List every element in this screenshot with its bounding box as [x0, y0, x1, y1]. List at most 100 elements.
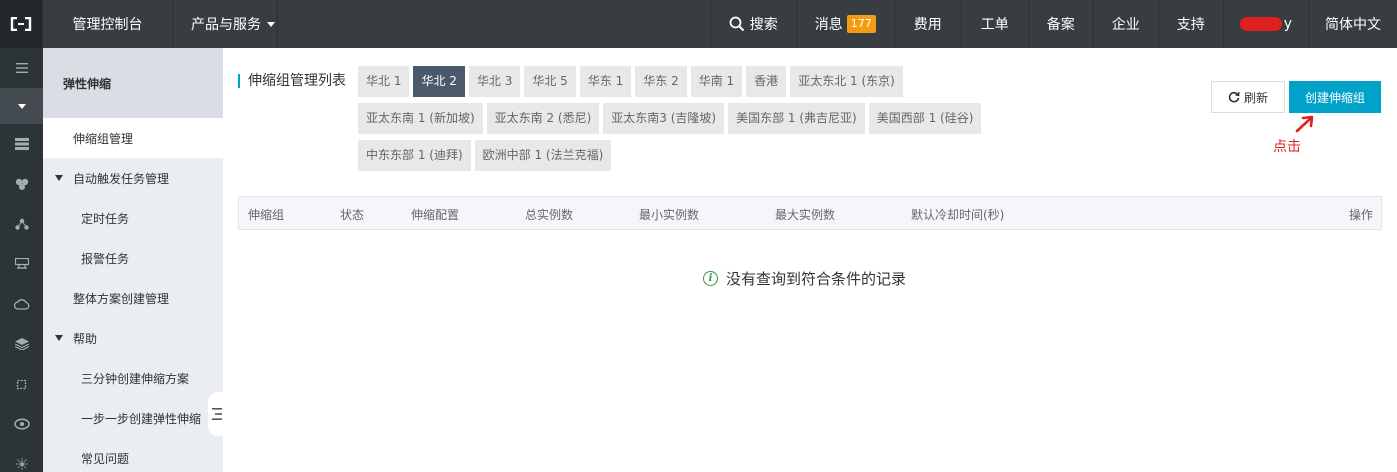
messages-label: 消息: [814, 17, 843, 33]
region-tab[interactable]: 亚太东南3 (吉隆坡): [603, 103, 725, 134]
support-link[interactable]: 支持: [1159, 0, 1224, 48]
column-header[interactable]: 伸缩组: [248, 206, 284, 223]
products-menu[interactable]: 产品与服务: [173, 0, 278, 48]
empty-state: i 没有查询到符合条件的记录: [703, 268, 906, 289]
topbar-right-group: 搜索 消息 177 费用 工单 备案 企业 支持 y 简体中文: [711, 0, 1397, 48]
sidebar-item-label: 常见问题: [81, 451, 130, 466]
sidebar-item-solution-create[interactable]: 整体方案创建管理: [43, 278, 223, 318]
sidebar-title: 弹性伸缩: [43, 48, 223, 118]
search-button[interactable]: 搜索: [711, 0, 797, 48]
region-tab[interactable]: 华北 1: [358, 66, 410, 97]
eye-monitor-icon[interactable]: [0, 404, 43, 444]
refresh-icon: [1228, 91, 1240, 103]
region-tab[interactable]: 华东 1: [579, 66, 632, 97]
support-label: 支持: [1176, 17, 1205, 33]
filing-link[interactable]: 备案: [1029, 0, 1094, 48]
sidebar-item-label: 自动触发任务管理: [73, 171, 170, 186]
annotation-arrow-icon: [1295, 115, 1314, 133]
messages-button[interactable]: 消息 177: [797, 0, 895, 48]
region-tab[interactable]: 亚太东南 2 (悉尼): [486, 103, 600, 134]
sidebar-item-faq[interactable]: 常见问题: [43, 438, 223, 472]
region-tab[interactable]: 华北 5: [524, 66, 576, 97]
redacted-username: [1239, 17, 1282, 31]
region-tab[interactable]: 华东 2: [635, 66, 687, 97]
search-icon: [729, 16, 744, 32]
collapse-menu-icon: [212, 408, 222, 420]
enterprise-label: 企业: [1111, 17, 1140, 33]
user-name-suffix: y: [1283, 16, 1292, 32]
console-label: 管理控制台: [72, 17, 143, 33]
billing-label: 费用: [913, 17, 942, 33]
sidebar-item-scaling-group-mgmt[interactable]: 伸缩组管理: [43, 118, 223, 158]
region-tab[interactable]: 美国西部 1 (硅谷): [868, 103, 982, 134]
sidebar-item-label: 报警任务: [81, 251, 130, 266]
enterprise-link[interactable]: 企业: [1094, 0, 1159, 48]
column-header[interactable]: 状态: [340, 206, 364, 223]
tickets-link[interactable]: 工单: [962, 0, 1029, 48]
products-label: 产品与服务: [191, 17, 261, 33]
region-tab[interactable]: 亚太东南 1 (新加坡): [358, 103, 483, 134]
column-header[interactable]: 最大实例数: [775, 206, 835, 223]
create-scaling-group-button[interactable]: 创建伸缩组: [1289, 81, 1381, 113]
user-menu[interactable]: y: [1224, 0, 1309, 48]
console-link[interactable]: 管理控制台: [43, 0, 173, 48]
region-tab[interactable]: 美国东部 1 (弗吉尼亚): [728, 103, 865, 134]
page-title: 伸缩组管理列表: [238, 74, 346, 88]
region-tab[interactable]: 亚太东北 1 (东京): [790, 66, 903, 97]
region-selector: 华北 1 华北 2 华北 3 华北 5 华东 1 华东 2 华南 1 香港 亚太东北 1 (东京…: [358, 66, 998, 177]
filing-label: 备案: [1046, 17, 1075, 33]
column-header[interactable]: 操作: [1349, 206, 1373, 223]
sidebar-item-label: 帮助: [73, 331, 98, 346]
product-icon-bar: [0, 48, 43, 472]
annotation-click-hint: 点击: [1273, 139, 1301, 155]
language-switch[interactable]: 简体中文: [1309, 0, 1397, 48]
sidebar-item-label: 三分钟创建伸缩方案: [81, 371, 190, 386]
sidebar-item-three-minute-guide[interactable]: 三分钟创建伸缩方案: [43, 358, 223, 398]
sidebar-item-label: 整体方案创建管理: [73, 291, 170, 306]
chip-icon[interactable]: [0, 364, 43, 404]
region-tab[interactable]: 中东东部 1 (迪拜): [358, 140, 471, 171]
refresh-label: 刷新: [1243, 90, 1268, 105]
database-cluster-icon[interactable]: [0, 164, 43, 204]
sidebar-group-help[interactable]: 帮助: [43, 318, 223, 358]
language-label: 简体中文: [1325, 17, 1381, 33]
region-tab[interactable]: 华北 3: [468, 66, 521, 97]
caret-down-icon: [55, 335, 63, 341]
column-header[interactable]: 总实例数: [525, 206, 573, 223]
create-label: 创建伸缩组: [1304, 90, 1365, 105]
sidebar-item-scheduled-tasks[interactable]: 定时任务: [43, 198, 223, 238]
column-header[interactable]: 默认冷却时间(秒): [911, 206, 1004, 223]
chevron-down-icon: [267, 21, 275, 27]
region-tab[interactable]: 华北 2: [413, 66, 465, 97]
aliyun-logo-icon[interactable]: [0, 0, 43, 48]
sidebar-item-step-by-step[interactable]: 一步一步创建弹性伸缩: [43, 398, 223, 438]
sidebar-item-label: 伸缩组管理: [73, 131, 134, 146]
column-header[interactable]: 伸缩配置: [411, 206, 459, 223]
region-tab[interactable]: 欧洲中部 1 (法兰克福): [474, 140, 612, 171]
expand-products-icon[interactable]: [0, 88, 43, 124]
empty-message: 没有查询到符合条件的记录: [726, 270, 907, 288]
layers-icon[interactable]: [0, 324, 43, 364]
billing-link[interactable]: 费用: [895, 0, 962, 48]
star-network-icon[interactable]: [0, 444, 43, 472]
main-content: 伸缩组管理列表 华北 1 华北 2 华北 3 华北 5 华东 1 华东 2 华南 1 香港 亚太…: [223, 48, 1397, 472]
sidebar-item-label: 定时任务: [81, 211, 130, 226]
auto-scaling-sidebar: 弹性伸缩 伸缩组管理 自动触发任务管理 定时任务 报警任务 整体方案创建管理 帮…: [43, 48, 223, 472]
sidebar-item-alarm-tasks[interactable]: 报警任务: [43, 238, 223, 278]
caret-down-icon: [55, 175, 63, 181]
menu-icon[interactable]: [0, 48, 43, 88]
sidebar-group-auto-trigger[interactable]: 自动触发任务管理: [43, 158, 223, 198]
search-label: 搜索: [749, 17, 778, 33]
column-header[interactable]: 最小实例数: [639, 206, 699, 223]
info-icon: i: [703, 271, 718, 286]
region-tab[interactable]: 香港: [746, 66, 787, 97]
topbar-spacer: [278, 0, 711, 48]
region-tab[interactable]: 华南 1: [690, 66, 743, 97]
sidebar-item-label: 一步一步创建弹性伸缩: [81, 411, 202, 426]
load-balancer-icon[interactable]: [0, 244, 43, 284]
cloud-icon[interactable]: [0, 284, 43, 324]
top-navigation-bar: 管理控制台 产品与服务 搜索 消息 177 费用 工单 备案 企业 支持 y 简…: [0, 0, 1397, 48]
network-icon[interactable]: [0, 204, 43, 244]
refresh-button[interactable]: 刷新: [1211, 81, 1285, 113]
server-icon[interactable]: [0, 124, 43, 164]
